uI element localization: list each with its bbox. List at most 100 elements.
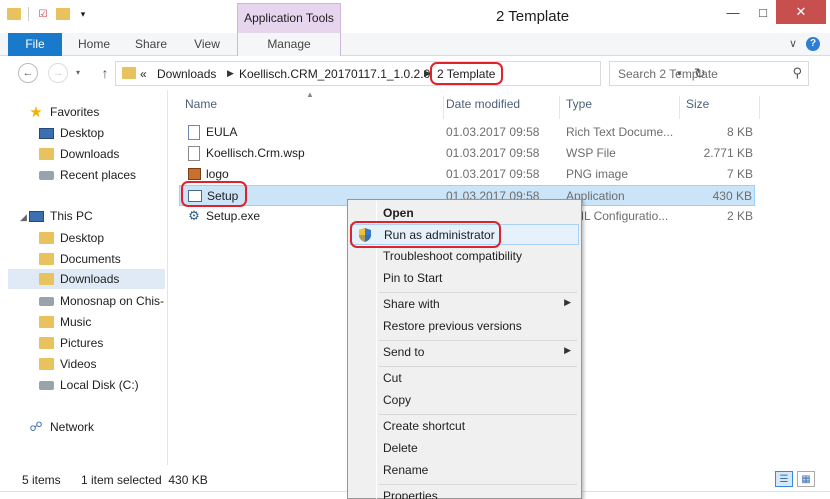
file-type: WSP File xyxy=(566,146,616,160)
nav-label: Local Disk (C:) xyxy=(60,378,139,392)
collapse-caret-icon[interactable]: ◢ xyxy=(20,212,27,223)
properties-icon[interactable]: ☑ xyxy=(35,6,51,22)
nav-label: Documents xyxy=(60,252,121,266)
menu-item-rename[interactable]: Rename xyxy=(350,460,579,481)
highlight-ring xyxy=(430,62,503,85)
recent-locations-icon[interactable]: ▾ xyxy=(76,68,80,77)
nav-favorites[interactable]: ★ Favorites xyxy=(28,102,99,122)
chevron-right-icon[interactable]: ▶ xyxy=(227,68,234,79)
up-button[interactable]: ↑ xyxy=(95,63,115,83)
menu-item-copy[interactable]: Copy xyxy=(350,390,579,411)
menu-item-pin-to-start[interactable]: Pin to Start xyxy=(350,268,579,289)
customize-toolbar-icon[interactable]: ▾ xyxy=(75,6,91,22)
star-icon: ★ xyxy=(29,104,43,121)
menu-label: Cut xyxy=(383,371,402,385)
large-icons-view-icon[interactable]: ▦ xyxy=(797,471,815,487)
tab-file[interactable]: File xyxy=(8,33,62,56)
close-button[interactable]: ✕ xyxy=(776,0,826,24)
nav-item-videos[interactable]: Videos xyxy=(38,354,96,374)
menu-item-troubleshoot[interactable]: Troubleshoot compatibility xyxy=(350,246,579,267)
config-file-icon: ⚙ xyxy=(188,208,200,223)
menu-item-create-shortcut[interactable]: Create shortcut xyxy=(350,416,579,437)
column-header-type[interactable]: Type xyxy=(560,96,680,119)
nav-item-downloads[interactable]: Downloads xyxy=(8,269,165,289)
search-input[interactable]: Search 2 Template ⚲ xyxy=(609,61,809,86)
status-selection: 1 item selected 430 KB xyxy=(81,473,208,487)
column-header-name[interactable]: Name xyxy=(179,96,444,119)
tab-manage[interactable]: Manage xyxy=(237,33,341,56)
search-icon[interactable]: ⚲ xyxy=(792,65,802,81)
file-name: logo xyxy=(206,167,229,181)
recent-places-icon xyxy=(38,170,54,180)
nav-label: Recent places xyxy=(60,168,137,182)
nav-label: Network xyxy=(50,420,95,434)
nav-item-pictures[interactable]: Pictures xyxy=(38,333,103,353)
file-size: 2.771 KB xyxy=(703,146,753,160)
table-row[interactable]: logo 01.03.2017 09:58 PNG image 7 KB xyxy=(179,164,755,185)
file-name: Setup.exe xyxy=(206,209,261,223)
expand-ribbon-icon[interactable]: ∨ xyxy=(789,37,797,50)
menu-divider xyxy=(379,366,577,367)
videos-folder-icon xyxy=(38,358,54,370)
nav-network[interactable]: ☍ Network xyxy=(28,417,94,437)
menu-item-delete[interactable]: Delete xyxy=(350,438,579,459)
nav-item-music[interactable]: Music xyxy=(38,312,91,332)
nav-label: Music xyxy=(60,315,92,329)
column-header-date[interactable]: Date modified xyxy=(440,96,560,119)
downloads-folder-icon xyxy=(38,148,54,160)
tab-view[interactable]: View xyxy=(186,33,228,56)
menu-label: Share with xyxy=(383,297,440,311)
back-button[interactable]: ← xyxy=(18,63,38,83)
menu-label: Rename xyxy=(383,463,429,477)
nav-item-documents[interactable]: Documents xyxy=(38,249,121,269)
menu-label: Delete xyxy=(383,441,418,455)
music-folder-icon xyxy=(38,316,54,328)
menu-item-share-with[interactable]: Share with ▶ xyxy=(350,294,579,315)
file-date: 01.03.2017 09:58 xyxy=(446,167,540,181)
nav-label: Favorites xyxy=(50,105,100,119)
desktop-folder-icon xyxy=(38,232,54,244)
tab-home[interactable]: Home xyxy=(72,33,116,56)
folder-icon xyxy=(122,67,136,79)
menu-divider xyxy=(379,292,577,293)
maximize-button[interactable]: □ xyxy=(749,0,777,24)
submenu-arrow-icon: ▶ xyxy=(564,345,571,355)
details-view-icon[interactable]: ☰ xyxy=(775,471,793,487)
breadcrumb-overflow[interactable]: « xyxy=(140,67,147,81)
file-type: Rich Text Docume... xyxy=(566,125,674,139)
table-row[interactable]: Koellisch.Crm.wsp 01.03.2017 09:58 WSP F… xyxy=(179,143,755,164)
menu-item-properties[interactable]: Properties xyxy=(350,486,579,499)
minimize-button[interactable]: — xyxy=(719,0,747,24)
menu-label: Properties xyxy=(383,489,438,499)
file-icon xyxy=(188,145,200,161)
table-row[interactable]: EULA 01.03.2017 09:58 Rich Text Docume..… xyxy=(179,122,755,143)
breadcrumb-folder[interactable]: Koellisch.CRM_20170117.1_1.0.2.0 xyxy=(239,67,430,81)
menu-label: Troubleshoot compatibility xyxy=(383,249,522,263)
nav-item-desktop[interactable]: Desktop xyxy=(38,228,104,248)
nav-item-recent-places[interactable]: Recent places xyxy=(38,165,136,185)
nav-item-local-disk[interactable]: Local Disk (C:) xyxy=(38,375,139,395)
file-size: 2 KB xyxy=(726,209,753,223)
hard-drive-icon xyxy=(38,380,54,390)
menu-item-restore-previous-versions[interactable]: Restore previous versions xyxy=(350,316,579,337)
status-item-count: 5 items xyxy=(22,473,61,487)
tab-share[interactable]: Share xyxy=(128,33,174,56)
file-date: 01.03.2017 09:58 xyxy=(446,146,540,160)
nav-item-monosnap[interactable]: Monosnap on Chis- xyxy=(38,291,164,311)
menu-item-cut[interactable]: Cut xyxy=(350,368,579,389)
nav-item-desktop[interactable]: Desktop xyxy=(38,123,104,143)
new-folder-icon[interactable] xyxy=(55,6,71,22)
sort-ascending-icon: ▲ xyxy=(306,90,314,99)
menu-item-send-to[interactable]: Send to ▶ xyxy=(350,342,579,363)
file-date: 01.03.2017 09:58 xyxy=(446,125,540,139)
column-header-size[interactable]: Size xyxy=(680,96,760,119)
breadcrumb-downloads[interactable]: Downloads xyxy=(157,67,216,81)
help-icon[interactable]: ? xyxy=(806,37,820,51)
nav-item-downloads[interactable]: Downloads xyxy=(38,144,119,164)
address-bar[interactable]: « Downloads ▶ Koellisch.CRM_20170117.1_1… xyxy=(115,61,706,86)
nav-label: Pictures xyxy=(60,336,104,350)
forward-button[interactable]: → xyxy=(48,63,68,83)
title-bar: ☑ ▾ Application Tools 2 Template — □ ✕ xyxy=(0,0,830,34)
folder-icon xyxy=(6,6,22,22)
nav-this-pc[interactable]: This PC xyxy=(28,206,93,226)
